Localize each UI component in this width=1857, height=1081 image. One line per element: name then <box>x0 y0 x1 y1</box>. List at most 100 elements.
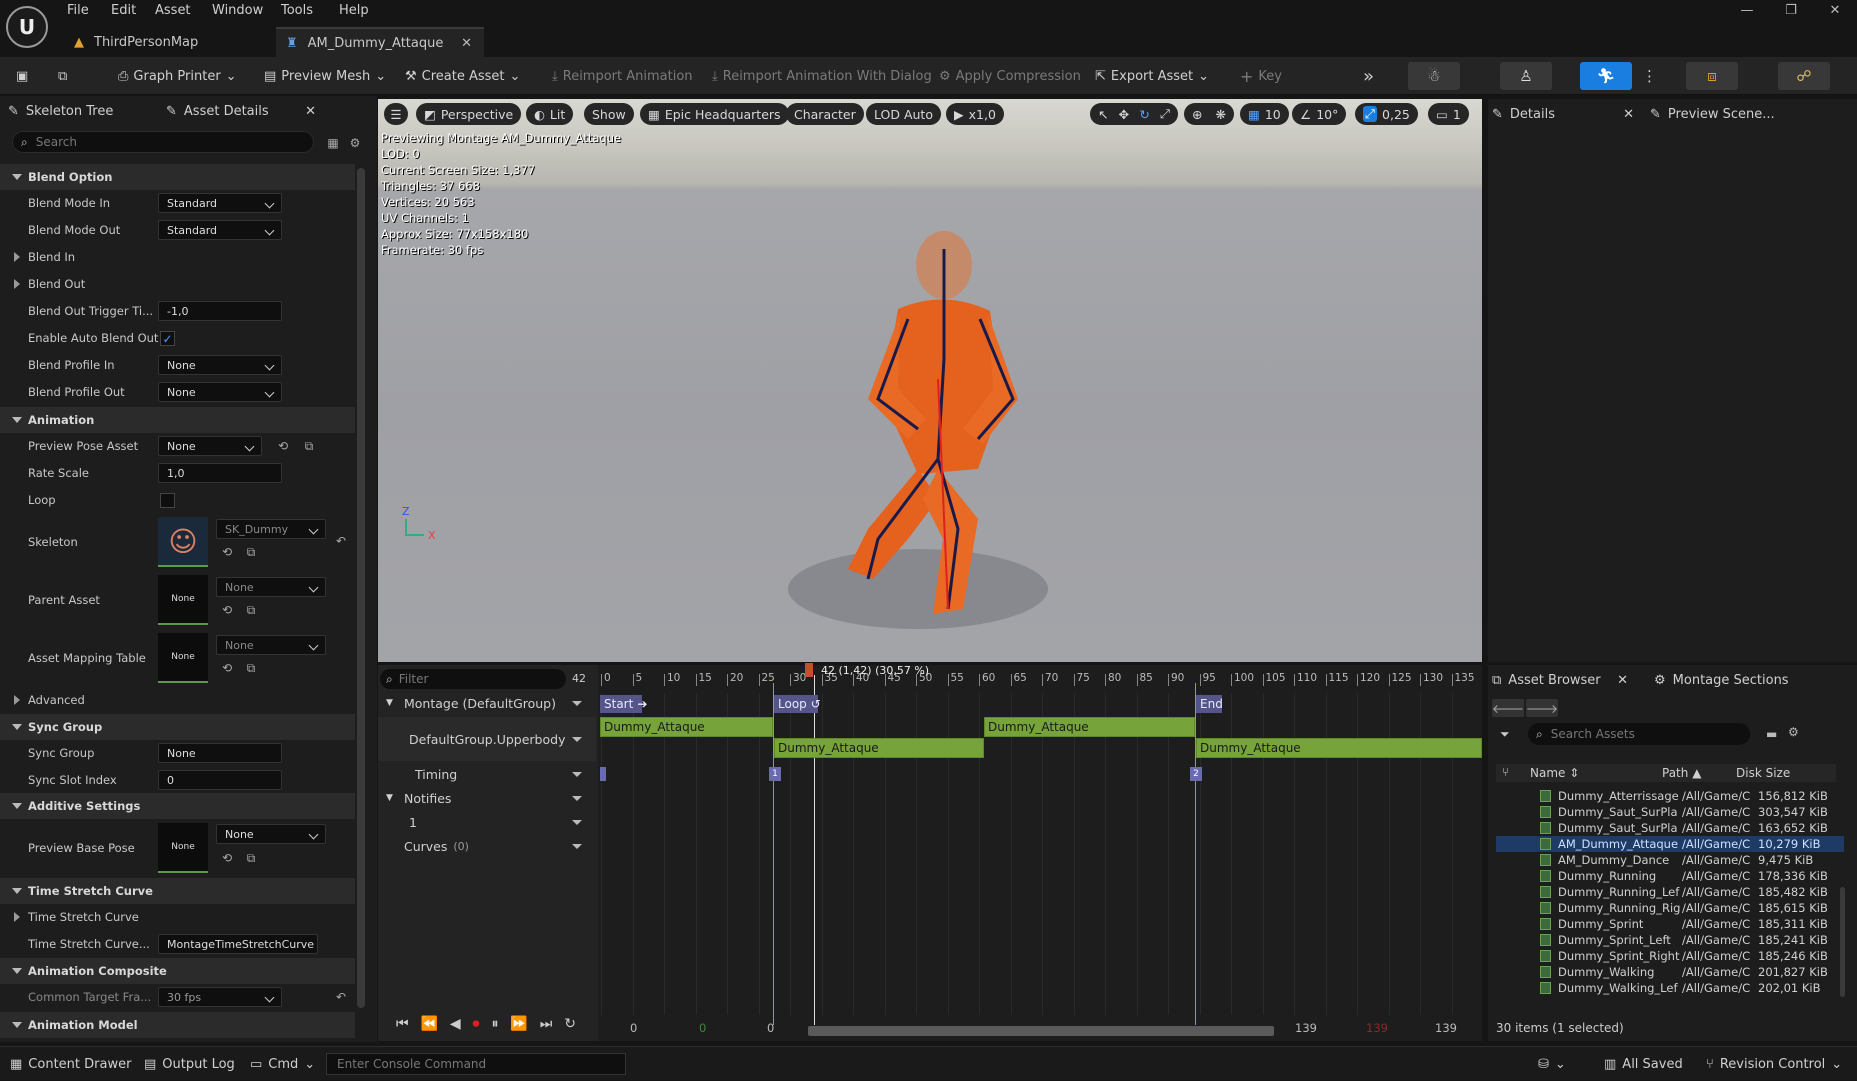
common-target-frame-rate-combo[interactable]: 30 fps <box>158 987 282 1007</box>
blend-mode-out-combo[interactable]: Standard <box>158 220 282 240</box>
playback-speed-button[interactable]: ▶ x1,0 <box>946 103 1004 125</box>
export-asset-button[interactable]: ⇱ Export Asset ⌄ <box>1095 64 1209 88</box>
asset-row[interactable]: Dummy_Running_Lef/All/Game/C 185,482 KiB <box>1496 884 1844 900</box>
reset-arrow-icon[interactable]: ↶ <box>334 990 348 1004</box>
source-control-sync-button[interactable]: ⛁ ⌄ <box>1538 1047 1566 1081</box>
timing-marker-1[interactable]: 1 <box>769 767 781 781</box>
tab-am-dummy-attaque[interactable]: ♜ AM_Dummy_Attaque ✕ <box>276 27 484 57</box>
rate-scale-field[interactable]: 1,0 <box>158 463 282 483</box>
close-tab-icon[interactable]: ✕ <box>305 104 316 119</box>
settings-gear-icon[interactable]: ⚙ <box>348 136 362 150</box>
use-selected-icon[interactable]: ⟲ <box>276 439 290 453</box>
step-forward-icon[interactable]: ⏩ <box>510 1016 527 1036</box>
apply-compression-button[interactable]: ⚙ Apply Compression <box>939 64 1081 88</box>
timing-marker-2[interactable]: 2 <box>1190 767 1202 781</box>
asset-row[interactable]: Dummy_Running/All/Game/C 178,336 KiB <box>1496 868 1844 884</box>
epic-hq-button[interactable]: ▦ Epic Headquarters <box>640 103 789 125</box>
coordinate-tools[interactable]: ⊕ ❋ <box>1184 103 1234 125</box>
preview-viewport[interactable]: Z X ☰ ◩ Perspective ◐ Lit Show ▦ Epic Headq… <box>378 99 1482 662</box>
track-dropdown-icon[interactable] <box>572 843 582 849</box>
content-drawer-button[interactable]: ▦ Content Drawer <box>10 1047 131 1081</box>
perspective-button[interactable]: ◩ Perspective <box>416 103 522 125</box>
asset-row[interactable]: Dummy_Sprint/All/Game/C 185,311 KiB <box>1496 916 1844 932</box>
reimport-animation-button[interactable]: ⤓ Reimport Animation <box>552 64 693 88</box>
lod-button[interactable]: LOD Auto <box>866 103 941 125</box>
menu-tools[interactable]: Tools <box>281 3 313 18</box>
prop-time-stretch-curve[interactable]: Time Stretch Curve <box>0 904 355 930</box>
lit-button[interactable]: ◐ Lit <box>526 103 574 125</box>
parent-asset-thumbnail[interactable]: None <box>158 575 208 625</box>
browse-icon[interactable]: ⧉ <box>58 64 67 88</box>
loop-checkbox[interactable] <box>160 493 175 508</box>
column-disk-size[interactable]: Disk Size <box>1736 766 1790 780</box>
forward-button[interactable]: 🡒 <box>1526 699 1558 717</box>
tab-asset-details[interactable]: ✎ Asset Details ✕ <box>166 96 326 126</box>
menu-help[interactable]: Help <box>339 3 369 18</box>
grid-snap-button[interactable]: ▦ 10 <box>1240 103 1289 125</box>
section-blend-option[interactable]: Blend Option <box>0 164 355 190</box>
enable-auto-blend-out-checkbox[interactable]: ✓ <box>160 331 175 346</box>
preview-base-pose-thumbnail[interactable]: None <box>158 823 208 873</box>
reimport-dialog-button[interactable]: ⤓ Reimport Animation With Dialog <box>712 64 932 88</box>
create-asset-button[interactable]: ⚒ Create Asset ⌄ <box>405 64 520 88</box>
asset-row[interactable]: Dummy_Walking_Lef/All/Game/C 202,01 KiB <box>1496 980 1844 996</box>
scale-icon[interactable]: ⤢ <box>1160 106 1170 122</box>
track-dropdown-icon[interactable] <box>572 819 582 825</box>
prop-blend-in[interactable]: Blend In <box>0 244 355 270</box>
loop-icon[interactable]: ↻ <box>564 1016 576 1036</box>
asset-row[interactable]: AM_Dummy_Dance/All/Game/C 9,475 KiB <box>1496 852 1844 868</box>
angle-snap-button[interactable]: ∠ 10° <box>1292 103 1347 125</box>
preview-mesh-button[interactable]: ▤ Preview Mesh ⌄ <box>264 64 386 88</box>
column-path[interactable]: Path ▲ <box>1662 766 1701 780</box>
browse-asset-icon[interactable]: ⧉ <box>302 439 316 453</box>
play-reverse-icon[interactable]: ◀ <box>450 1016 461 1036</box>
track-notifies[interactable]: ▼ Notifies <box>378 787 596 809</box>
browse-asset-icon[interactable]: ⧉ <box>244 661 258 675</box>
all-saved-button[interactable]: ▥ All Saved <box>1604 1047 1683 1081</box>
use-selected-icon[interactable]: ⟲ <box>220 545 234 559</box>
filter-icon[interactable]: ⏷ <box>1500 727 1510 742</box>
timing-marker-start[interactable] <box>600 767 606 781</box>
tab-skeleton-tree[interactable]: ✎ Skeleton Tree <box>8 96 158 126</box>
output-log-button[interactable]: ▤ Output Log <box>144 1047 235 1081</box>
use-selected-icon[interactable]: ⟲ <box>220 603 234 617</box>
details-scrollbar[interactable] <box>357 168 365 1008</box>
track-slot[interactable]: DefaultGroup.Upperbody <box>378 717 596 761</box>
overflow-chevrons-icon[interactable]: » <box>1363 64 1374 88</box>
mesh-mode-button[interactable]: ♙ <box>1500 62 1552 90</box>
track-dropdown-icon[interactable] <box>572 736 582 742</box>
asset-row[interactable]: Dummy_Saut_SurPla/All/Game/C 303,547 KiB <box>1496 804 1844 820</box>
show-button[interactable]: Show <box>584 103 634 125</box>
section-loop[interactable]: Loop ↺ <box>774 695 821 713</box>
sync-group-field[interactable]: None <box>158 743 282 763</box>
blueprint-mode-button[interactable]: ⧈ <box>1686 62 1738 90</box>
asset-row[interactable]: Dummy_Sprint_Right/All/Game/C 185,246 KiB <box>1496 948 1844 964</box>
section-sync-group[interactable]: Sync Group <box>0 714 355 740</box>
segment-2[interactable]: Dummy_Attaque <box>774 738 984 758</box>
key-button[interactable]: + Key <box>1240 64 1282 88</box>
playhead-handle[interactable] <box>805 663 813 677</box>
details-search-input[interactable]: ⌕ Search <box>12 131 314 153</box>
pause-icon[interactable]: ⏸ <box>491 1016 498 1036</box>
skeleton-mode-button[interactable]: ☃ <box>1408 62 1460 90</box>
blend-out-trigger-field[interactable]: -1,0 <box>158 301 282 321</box>
unreal-logo-icon[interactable]: U <box>6 6 48 48</box>
column-name[interactable]: Name ⇕ <box>1530 766 1579 780</box>
maximize-button[interactable]: ❐ <box>1769 0 1813 24</box>
step-back-icon[interactable]: ⏪ <box>421 1016 438 1036</box>
world-icon[interactable]: ⊕ <box>1192 107 1202 122</box>
segment-4[interactable]: Dummy_Attaque <box>1196 738 1482 758</box>
browse-asset-icon[interactable]: ⧉ <box>244 545 258 559</box>
skeleton-thumbnail[interactable]: ☺ <box>158 517 208 567</box>
tab-details[interactable]: ✎ Details ✕ <box>1492 99 1642 129</box>
surface-snap-icon[interactable]: ❋ <box>1216 107 1226 122</box>
reset-arrow-icon[interactable]: ↶ <box>334 534 348 548</box>
browse-asset-icon[interactable]: ⧉ <box>244 603 258 617</box>
time-stretch-curve-field[interactable]: MontageTimeStretchCurve <box>158 934 318 954</box>
browse-asset-icon[interactable]: ⧉ <box>244 851 258 865</box>
menu-asset[interactable]: Asset <box>155 3 191 18</box>
segment-3[interactable]: Dummy_Attaque <box>984 717 1195 737</box>
more-options-icon[interactable]: ⋮ <box>1642 64 1657 88</box>
table-view-icon[interactable]: ▦ <box>326 136 340 150</box>
asset-row[interactable]: Dummy_Walking/All/Game/C 201,827 KiB <box>1496 964 1844 980</box>
